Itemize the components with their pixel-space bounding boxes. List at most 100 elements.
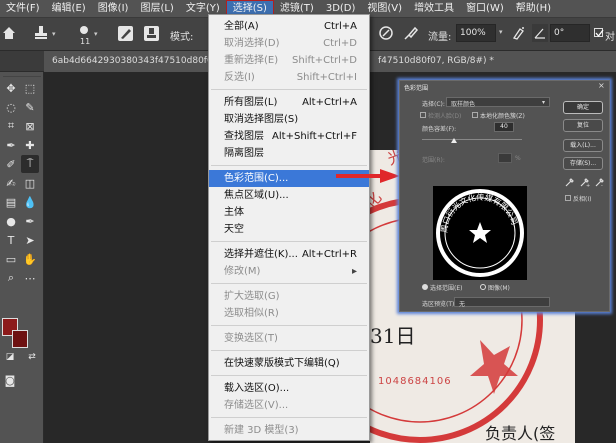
gradient-tool-icon[interactable]: ▤ [3,194,19,210]
history-brush-tool-icon[interactable]: ✍ [3,175,19,191]
home-icon[interactable] [2,26,16,40]
background-color-swatch[interactable] [12,330,28,348]
menu-item-load-selection[interactable]: 载入选区(O)... [209,380,369,397]
menu-image[interactable]: 图像(I) [92,0,135,18]
swap-colors-icon[interactable]: ⇄ [24,349,40,365]
menu-file[interactable]: 文件(F) [0,0,46,18]
clone-stamp-tool-icon[interactable]: ⍑ [21,155,39,173]
fuzziness-label: 颜色容差(F): [422,126,457,133]
menu-item-select-and-mask[interactable]: 选择并遮住(K)... Alt+Ctrl+R [209,246,369,263]
menu-item-save-selection[interactable]: 存储选区(V)... [209,397,369,414]
menu-item-all[interactable]: 全部(A) Ctrl+A [209,18,369,35]
range-input[interactable] [498,153,512,163]
aligned-checkbox[interactable] [594,28,604,38]
type-tool-icon[interactable]: T [3,232,19,248]
menu-item-deselect-layers[interactable]: 取消选择图层(S) [209,111,369,128]
brush-chevron-icon[interactable]: ▾ [94,30,98,38]
fuzziness-slider-handle[interactable] [451,138,457,143]
dodge-tool-icon[interactable]: ● [3,213,19,229]
menu-separator [211,375,367,376]
chevron-down-icon[interactable]: ▾ [52,30,56,38]
menu-separator [211,417,367,418]
menu-item-focus-area[interactable]: 焦点区域(U)... [209,187,369,204]
airbrush-toggle-icon[interactable] [511,25,527,41]
menu-item-transform-selection[interactable]: 变换选区(T) [209,330,369,347]
save-button[interactable]: 存储(S)... [563,157,603,170]
stamp-tool-icon[interactable] [33,25,49,41]
clone-source-icon[interactable] [144,26,159,41]
more-tools-icon[interactable]: ⋯ [22,270,38,286]
menu-item-isolate-layers[interactable]: 隔离图层 [209,145,369,162]
crop-tool-icon[interactable]: ⌗ [3,118,19,134]
quick-select-tool-icon[interactable]: ✎ [22,99,38,115]
document-tab-title-tail[interactable]: f47510d80f07, RGB/8#) * [370,51,616,72]
menu-item-grow[interactable]: 扩大选取(G) [209,288,369,305]
radio-selection[interactable] [422,284,428,290]
select-dropdown[interactable]: 取样颜色 ▾ [446,97,550,108]
menu-item-subject[interactable]: 主体 [209,204,369,221]
annotation-arrow-icon [336,169,400,183]
menu-item-all-layers[interactable]: 所有图层(L) Alt+Ctrl+A [209,94,369,111]
menu-separator [211,89,367,90]
hand-tool-icon[interactable]: ✋ [22,251,38,267]
menu-item-sky[interactable]: 天空 [209,221,369,238]
cancel-button[interactable]: 复位 [563,119,603,132]
doc-date-text: 31日 [370,324,416,348]
eraser-tool-icon[interactable]: ◫ [22,175,38,191]
invert-checkbox[interactable] [565,195,571,201]
invert-label: 反相(I) [573,196,592,203]
menu-edit[interactable]: 编辑(E) [46,0,92,18]
pressure-opacity-icon[interactable] [378,25,394,41]
eyedropper-icon[interactable] [565,177,575,187]
selection-preview: 周口衍光文化传媒有限公司 [433,186,527,280]
menu-item-modify[interactable]: 修改(M) ▸ [209,263,369,280]
radio-image[interactable] [480,284,486,290]
fuzziness-input[interactable]: 40 [494,122,514,132]
zoom-tool-icon[interactable]: ⌕ [3,270,19,286]
healing-brush-tool-icon[interactable]: ✚ [22,137,38,153]
artboard-tool-icon[interactable]: ⬚ [22,80,38,96]
ok-button[interactable]: 确定 [563,101,603,114]
select-dropdown-value: 取样颜色 [451,101,476,108]
menu-item-find-layers[interactable]: 查找图层 Alt+Shift+Ctrl+F [209,128,369,145]
menu-item-inverse[interactable]: 反选(I) Shift+Ctrl+I [209,69,369,86]
path-select-tool-icon[interactable]: ➤ [22,232,38,248]
angle-input[interactable]: 0° [550,24,590,42]
menu-window[interactable]: 窗口(W) [460,0,510,18]
localized-checkbox[interactable] [472,112,478,118]
fuzziness-slider[interactable] [422,139,522,140]
menu-item-similar[interactable]: 选取相似(R) [209,305,369,322]
rectangle-tool-icon[interactable]: ▭ [3,251,19,267]
angle-icon [532,24,548,42]
flow-chevron-icon[interactable]: ▾ [499,28,503,36]
blur-tool-icon[interactable]: 💧 [22,194,38,210]
quick-mask-icon[interactable]: ◙ [2,372,18,388]
menu-item-deselect[interactable]: 取消选择(D) Ctrl+D [209,35,369,52]
menu-item-reselect[interactable]: 重新选择(E) Shift+Ctrl+D [209,52,369,69]
brush-settings-icon[interactable] [118,26,133,41]
flow-label: 流量: [428,32,452,43]
menu-item-quick-mask[interactable]: 在快速蒙版模式下编辑(Q) [209,355,369,372]
load-button[interactable]: 载入(L)... [563,139,603,152]
menu-plugins[interactable]: 增效工具 [408,0,460,18]
airbrush-icon[interactable] [403,25,419,41]
menu-help[interactable]: 帮助(H) [510,0,557,18]
brush-tool-icon[interactable]: ✐ [3,156,19,172]
menu-item-new-3d-model[interactable]: 新建 3D 模型(3) [209,422,369,439]
menu-layer[interactable]: 图层(L) [134,0,179,18]
pen-tool-icon[interactable]: ✒ [22,213,38,229]
default-colors-icon[interactable]: ◪ [2,349,18,365]
document-tab-active[interactable]: 6ab4d6642930380343f47510d80f07 [44,51,208,72]
dialog-close-icon[interactable]: × [598,81,605,90]
preview-dropdown[interactable]: 无 [454,297,550,308]
move-tool-icon[interactable]: ✥ [3,80,19,96]
face-detect-checkbox[interactable] [420,112,426,118]
eyedropper-minus-icon[interactable]: - [595,177,605,189]
brush-preview-icon[interactable] [80,26,88,34]
eyedropper-plus-icon[interactable]: + [580,177,590,189]
preview-dropdown-value: 无 [459,301,466,308]
lasso-tool-icon[interactable]: ◌ [3,99,19,115]
flow-input[interactable]: 100% [456,24,496,42]
frame-tool-icon[interactable]: ⊠ [22,118,38,134]
eyedropper-tool-icon[interactable]: ✒ [3,137,19,153]
